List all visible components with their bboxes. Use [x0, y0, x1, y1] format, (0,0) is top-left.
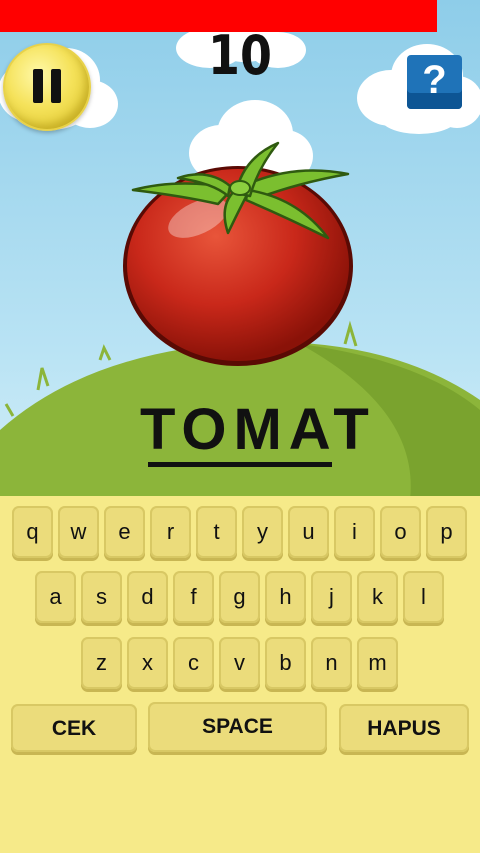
pause-button[interactable] — [3, 43, 91, 131]
key-l[interactable]: l — [403, 571, 444, 623]
key-n[interactable]: n — [311, 637, 352, 689]
delete-button[interactable]: HAPUS — [339, 704, 469, 752]
question-icon: ? — [422, 58, 447, 102]
key-r[interactable]: r — [150, 506, 191, 558]
key-d[interactable]: d — [127, 571, 168, 623]
check-button[interactable]: CEK — [11, 704, 137, 752]
key-k[interactable]: k — [357, 571, 398, 623]
key-e[interactable]: e — [104, 506, 145, 558]
key-j[interactable]: j — [311, 571, 352, 623]
key-w[interactable]: w — [58, 506, 99, 558]
key-o[interactable]: o — [380, 506, 421, 558]
key-s[interactable]: s — [81, 571, 122, 623]
answer-word: TOMAT — [140, 397, 376, 462]
key-q[interactable]: q — [12, 506, 53, 558]
key-m[interactable]: m — [357, 637, 398, 689]
score-counter: 10 — [208, 24, 272, 87]
key-h[interactable]: h — [265, 571, 306, 623]
key-c[interactable]: c — [173, 637, 214, 689]
key-u[interactable]: u — [288, 506, 329, 558]
key-i[interactable]: i — [334, 506, 375, 558]
key-a[interactable]: a — [35, 571, 76, 623]
answer-underline — [148, 462, 332, 467]
key-y[interactable]: y — [242, 506, 283, 558]
letter-keyboard: q w e r t y u i o p a s d f g h j k l z x c v b n m CEK SPACE HAPUS — [0, 496, 480, 853]
key-v[interactable]: v — [219, 637, 260, 689]
key-b[interactable]: b — [265, 637, 306, 689]
key-f[interactable]: f — [173, 571, 214, 623]
key-t[interactable]: t — [196, 506, 237, 558]
tomato-image — [123, 141, 353, 366]
key-z[interactable]: z — [81, 637, 122, 689]
space-button[interactable]: SPACE — [148, 702, 327, 752]
key-p[interactable]: p — [426, 506, 467, 558]
key-x[interactable]: x — [127, 637, 168, 689]
key-g[interactable]: g — [219, 571, 260, 623]
help-button[interactable]: ? — [407, 55, 462, 109]
